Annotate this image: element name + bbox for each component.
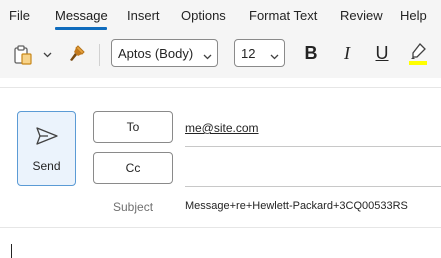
menu-format-text[interactable]: Format Text <box>249 8 317 23</box>
ribbon-toolbar: Aptos (Body) 12 B I U <box>0 32 441 78</box>
italic-button[interactable]: I <box>336 43 358 67</box>
chevron-down-icon <box>270 48 279 63</box>
font-size-value: 12 <box>241 46 256 61</box>
menu-insert[interactable]: Insert <box>127 8 160 23</box>
clipboard-paste-icon[interactable] <box>11 43 35 67</box>
cc-button[interactable]: Cc <box>93 152 173 184</box>
send-icon <box>35 126 59 151</box>
text-caret <box>11 244 12 258</box>
compose-top-divider <box>0 87 441 88</box>
menu-options[interactable]: Options <box>181 8 226 23</box>
menu-review[interactable]: Review <box>340 8 383 23</box>
to-field-underline <box>185 146 441 147</box>
highlighter-icon[interactable] <box>406 41 430 67</box>
format-painter-icon[interactable] <box>66 43 88 65</box>
chevron-down-icon <box>203 48 212 63</box>
subject-field[interactable]: Message+re+Hewlett-Packard+3CQ00533RS <box>185 200 408 212</box>
active-tab-indicator <box>55 27 107 30</box>
menu-bar: File Message Insert Options Format Text … <box>0 0 441 32</box>
menu-help[interactable]: Help <box>400 8 427 23</box>
to-recipient[interactable]: me@site.com <box>185 121 259 135</box>
subject-label: Subject <box>113 200 154 214</box>
paste-chevron-down-icon[interactable] <box>41 49 53 61</box>
underline-button[interactable]: U <box>371 43 393 67</box>
cc-field-underline <box>185 186 441 187</box>
menu-file[interactable]: File <box>9 8 30 23</box>
font-name-value: Aptos (Body) <box>118 46 194 61</box>
font-name-dropdown[interactable]: Aptos (Body) <box>111 39 218 67</box>
ribbon-separator <box>99 44 100 66</box>
body-divider <box>0 227 441 228</box>
send-label: Send <box>32 159 61 173</box>
font-size-dropdown[interactable]: 12 <box>234 39 285 67</box>
bold-button[interactable]: B <box>300 43 322 67</box>
to-button[interactable]: To <box>93 111 173 143</box>
send-button[interactable]: Send <box>17 111 76 186</box>
menu-message[interactable]: Message <box>55 8 108 23</box>
